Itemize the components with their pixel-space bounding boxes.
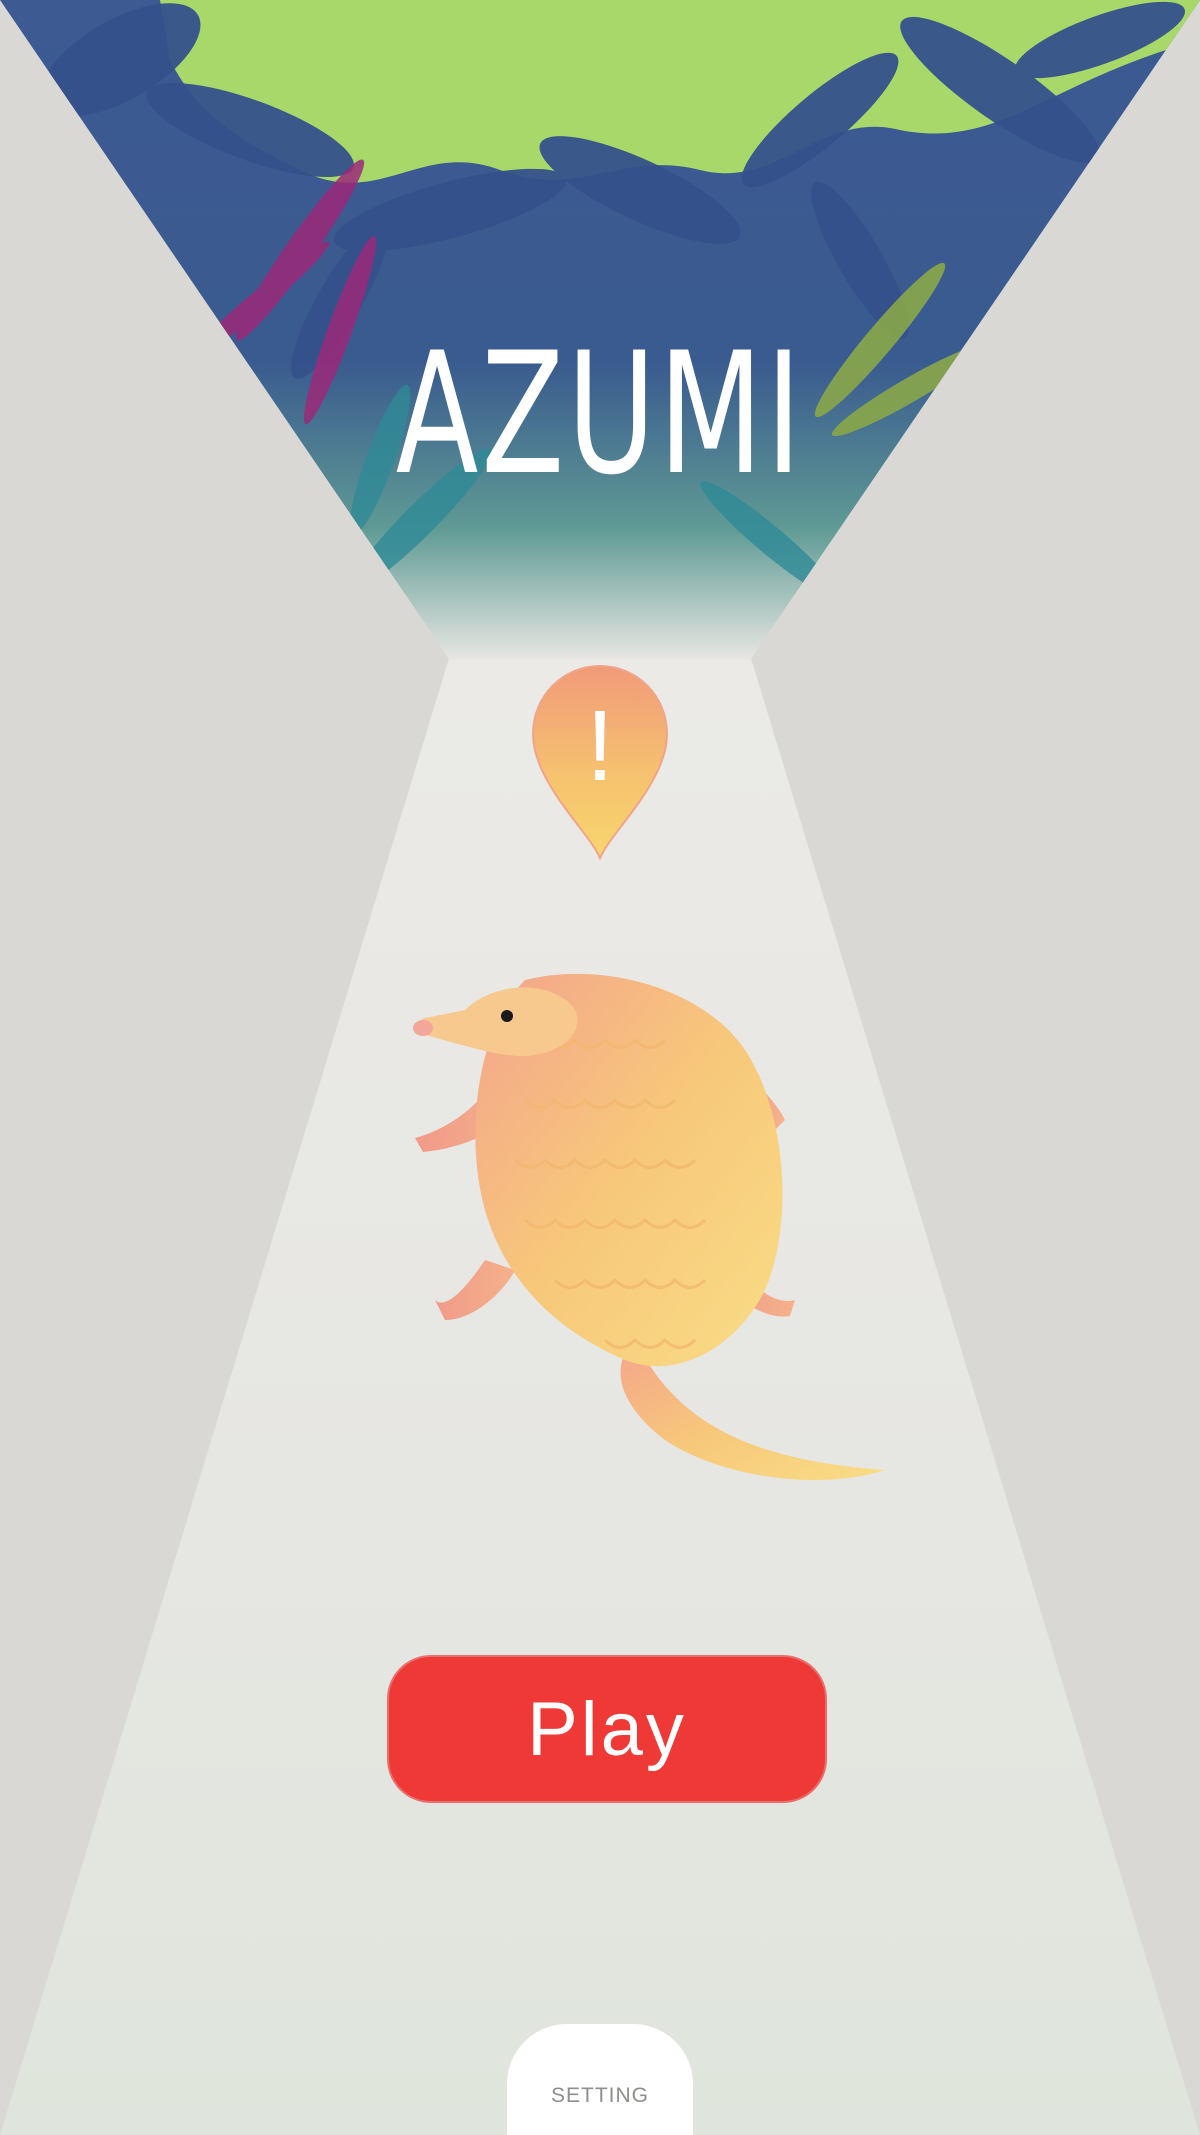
title-screen: AZUMI ! Play SETTING (0, 0, 1200, 2135)
game-title: AZUMI (395, 316, 805, 512)
pangolin-illustration (413, 973, 885, 1480)
setting-button[interactable]: SETTING (507, 2024, 693, 2135)
exclamation-pin-icon[interactable]: ! (529, 662, 671, 862)
exclamation-mark: ! (586, 690, 614, 802)
play-button[interactable]: Play (387, 1655, 827, 1803)
